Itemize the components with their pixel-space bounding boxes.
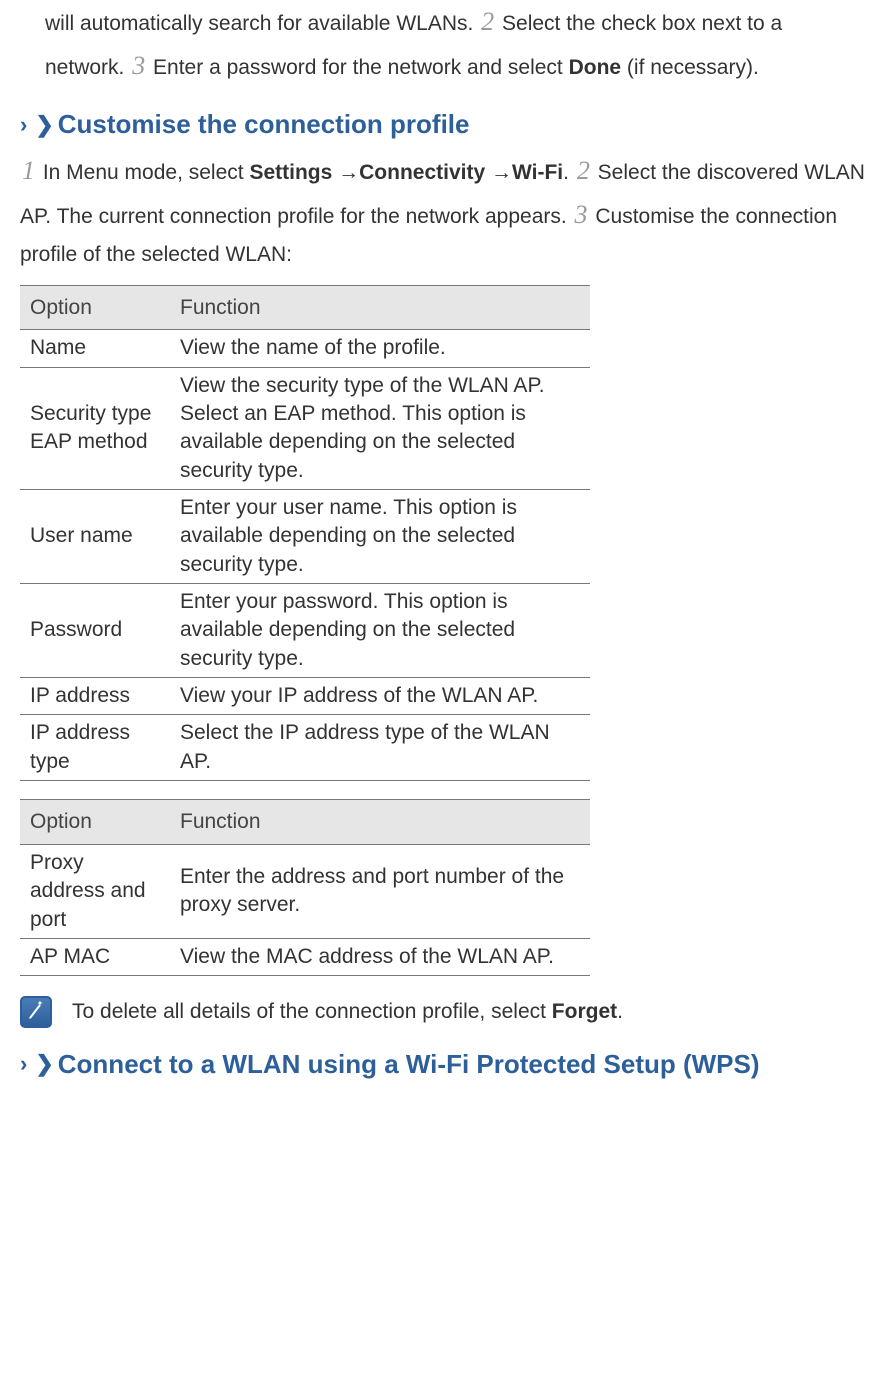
cell-option: Security type EAP method <box>20 367 170 489</box>
text-1a: In Menu mode, select <box>37 161 249 184</box>
cell-function: Enter your password. This option is avai… <box>170 584 590 678</box>
table-header-row: Option Function <box>20 285 590 330</box>
arrow-icon: → <box>485 161 512 184</box>
chevron-icon: ❯ <box>35 106 53 143</box>
path-wifi: Wi-Fi <box>512 161 563 184</box>
intro-text-4: (if necessary). <box>621 56 759 79</box>
options-table-1: Option Function NameView the name of the… <box>20 285 590 782</box>
chevron-icon: › <box>20 106 27 143</box>
step-number-1: 1 <box>20 156 37 185</box>
cell-function: View the security type of the WLAN AP. S… <box>170 367 590 489</box>
cell-option: IP address <box>20 678 170 715</box>
table-row: IP address typeSelect the IP address typ… <box>20 715 590 781</box>
path-connectivity: Connectivity <box>359 161 485 184</box>
table-row: NameView the name of the profile. <box>20 330 590 367</box>
section-heading-wps: › ❯ Connect to a WLAN using a Wi-Fi Prot… <box>20 1048 867 1081</box>
table-row: IP addressView your IP address of the WL… <box>20 678 590 715</box>
cell-option: Proxy address and port <box>20 844 170 938</box>
path-settings: Settings <box>249 161 332 184</box>
cell-function: View the name of the profile. <box>170 330 590 367</box>
intro-text-1: will automatically search for available … <box>45 12 479 35</box>
note-tail: . <box>617 1000 623 1023</box>
text-1b: . <box>563 161 575 184</box>
header-function: Function <box>170 800 590 845</box>
chevron-icon: ❯ <box>35 1050 53 1078</box>
cell-option: AP MAC <box>20 938 170 975</box>
cell-option: IP address type <box>20 715 170 781</box>
heading-text: Connect to a WLAN using a Wi-Fi Protecte… <box>58 1048 760 1081</box>
cell-function: View your IP address of the WLAN AP. <box>170 678 590 715</box>
section-heading-customise: › ❯ Customise the connection profile <box>20 102 867 146</box>
step-number-3: 3 <box>130 51 147 80</box>
done-label: Done <box>569 56 622 79</box>
table-row: PasswordEnter your password. This option… <box>20 584 590 678</box>
cell-function: Enter your user name. This option is ava… <box>170 490 590 584</box>
cell-option: User name <box>20 490 170 584</box>
heading-text: Customise the connection profile <box>58 102 470 146</box>
table-row: AP MACView the MAC address of the WLAN A… <box>20 938 590 975</box>
table-header-row: Option Function <box>20 800 590 845</box>
forget-label: Forget <box>552 1000 617 1023</box>
cell-function: Select the IP address type of the WLAN A… <box>170 715 590 781</box>
note-body: To delete all details of the connection … <box>72 1000 552 1023</box>
table-row: User nameEnter your user name. This opti… <box>20 490 590 584</box>
cell-function: Enter the address and port number of the… <box>170 844 590 938</box>
options-table-2: Option Function Proxy address and portEn… <box>20 799 590 976</box>
intro-text-3: Enter a password for the network and sel… <box>147 56 568 79</box>
note-text: To delete all details of the connection … <box>72 994 623 1030</box>
chevron-icon: › <box>20 1050 27 1078</box>
note-icon <box>20 996 52 1028</box>
header-option: Option <box>20 800 170 845</box>
cell-option: Password <box>20 584 170 678</box>
header-function: Function <box>170 285 590 330</box>
arrow-icon: → <box>332 161 359 184</box>
note-row: To delete all details of the connection … <box>20 994 867 1030</box>
step-number-2: 2 <box>575 156 592 185</box>
customise-paragraph: 1 In Menu mode, select Settings →Connect… <box>20 149 867 273</box>
table-row: Proxy address and portEnter the address … <box>20 844 590 938</box>
step-number-3: 3 <box>573 200 590 229</box>
table-row: Security type EAP methodView the securit… <box>20 367 590 489</box>
header-option: Option <box>20 285 170 330</box>
step-number-2: 2 <box>479 7 496 36</box>
intro-paragraph: will automatically search for available … <box>45 0 867 88</box>
cell-function: View the MAC address of the WLAN AP. <box>170 938 590 975</box>
cell-option: Name <box>20 330 170 367</box>
